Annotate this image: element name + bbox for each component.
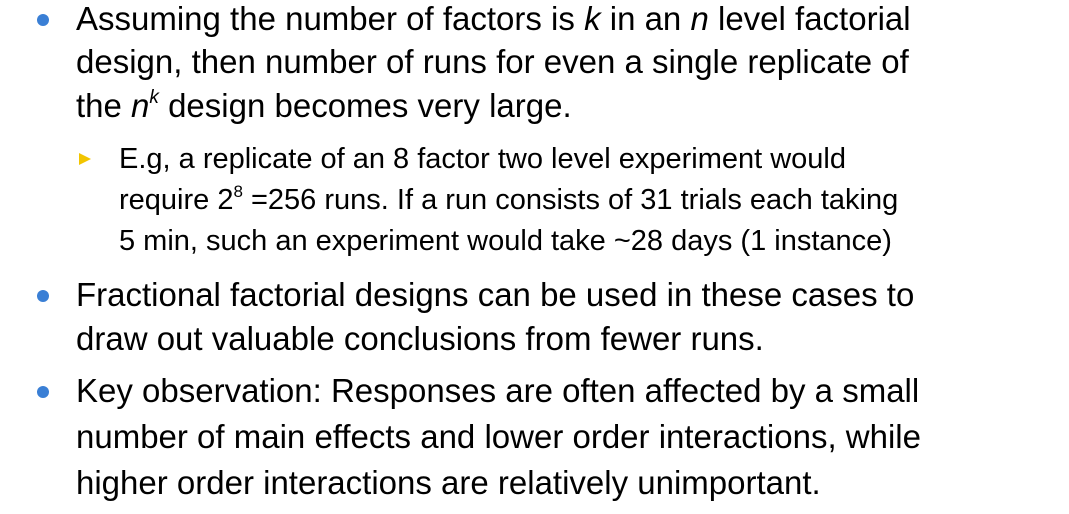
sub-bullet-line-3: 5 min, such an experiment would take ~28…: [119, 225, 892, 257]
arrow-bullet-icon: [79, 153, 91, 165]
bullet-1-line-1: Assuming the number of factors is k in a…: [76, 0, 911, 37]
bullet-dot-icon: [37, 290, 49, 302]
slide: Assuming the number of factors is k in a…: [0, 0, 1069, 514]
bullet-1-line-2: design, then number of runs for even a s…: [76, 43, 909, 80]
bullet-1-line-3: the nk design becomes very large.: [76, 87, 572, 124]
bullet-3-line-3: higher order interactions are relatively…: [76, 464, 821, 501]
sub-bullet-line-1: E.g, a replicate of an 8 factor two leve…: [119, 143, 846, 175]
bullet-dot-icon: [37, 386, 49, 398]
bullet-dot-icon: [37, 14, 49, 26]
bullet-2-line-2: draw out valuable conclusions from fewer…: [76, 320, 764, 357]
bullet-2-line-1: Fractional factorial designs can be used…: [76, 276, 915, 313]
sub-bullet-line-2: require 28 =256 runs. If a run consists …: [119, 182, 899, 216]
bullet-3-line-2: number of main effects and lower order i…: [76, 418, 921, 455]
bullet-3-line-1: Key observation: Responses are often aff…: [76, 372, 920, 409]
